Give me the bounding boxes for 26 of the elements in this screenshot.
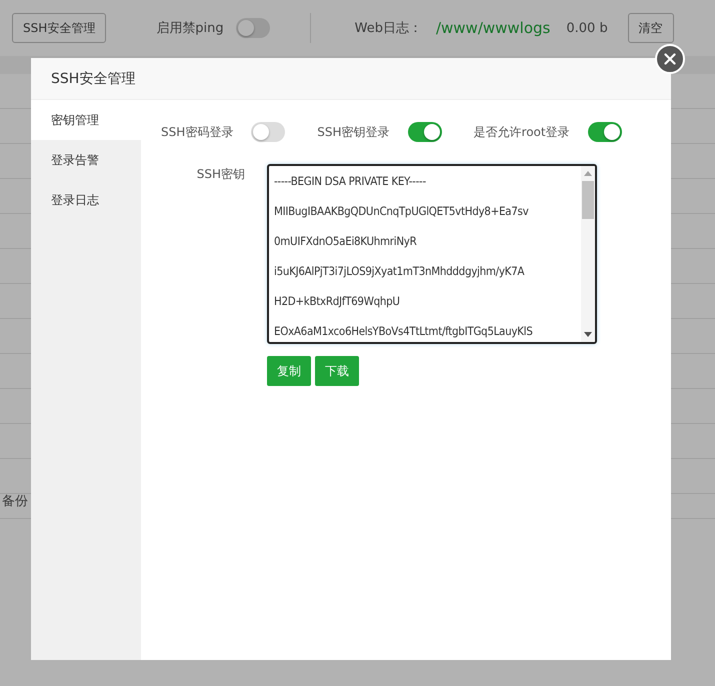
ssh-button[interactable]: SSH安全管理 xyxy=(12,13,106,43)
close-icon[interactable] xyxy=(655,44,685,74)
switch-label: 是否允许root登录 xyxy=(474,124,570,140)
ping-label: 启用禁ping xyxy=(156,20,224,37)
scroll-up-icon[interactable] xyxy=(584,171,592,176)
toggle-switch[interactable] xyxy=(251,122,286,142)
scrollbar[interactable] xyxy=(581,166,595,342)
log-size: 0.00 b xyxy=(566,20,608,36)
action-button[interactable]: 下载 xyxy=(315,356,359,386)
menu-item[interactable]: 登录告警 xyxy=(31,140,141,180)
toggle-switch[interactable] xyxy=(588,122,622,142)
key-textarea[interactable]: -----BEGIN DSA PRIVATE KEY----- MIIBugIBAAKBgQDUnCnqTpUGlQET5vtHdy8+Ea7sv 0mUIFXdnO5aEi8KUhmriNyR i5uKJ6AlPjT3i7jLOS9jXyat1mT3nMhdddgyjhm/yK7A H2D+kBtxRdJfT69WqhpU EOxA6aM1xco6HelsYBoVs4TtLtmt/ftgbITGq5LauyKlS xyxy=(267,164,597,344)
toggle-switch[interactable] xyxy=(408,122,442,142)
menu-item[interactable]: 密钥管理 xyxy=(31,100,141,140)
scroll-thumb[interactable] xyxy=(582,181,594,219)
action-button[interactable]: 复制 xyxy=(267,356,311,386)
switch-label: SSH密钥登录 xyxy=(317,124,390,140)
ping-toggle[interactable] xyxy=(236,18,270,38)
log-label: Web日志： xyxy=(354,20,422,37)
scroll-down-icon[interactable] xyxy=(584,332,592,337)
key-label: SSH密钥 xyxy=(196,166,245,183)
switch-label: SSH密码登录 xyxy=(161,124,234,140)
dialog-title: SSH安全管理 xyxy=(51,70,136,88)
row-text: 备份 xyxy=(2,493,28,510)
clear-button[interactable]: 清空 xyxy=(628,13,674,43)
menu-item[interactable]: 登录日志 xyxy=(31,180,141,220)
